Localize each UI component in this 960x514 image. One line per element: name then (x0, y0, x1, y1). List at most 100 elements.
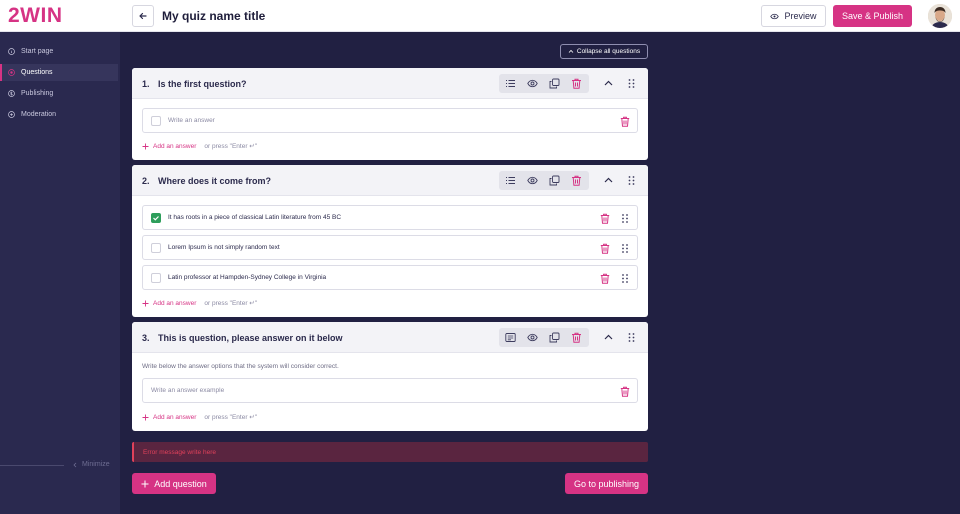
drag-handle-icon[interactable] (620, 243, 630, 254)
user-avatar[interactable] (928, 4, 952, 28)
preview-label: Preview (784, 11, 817, 21)
chevron-up-icon (568, 49, 574, 53)
question-toolbar (499, 328, 589, 347)
question-title[interactable]: This is question, please answer on it be… (158, 333, 343, 343)
top-header: 2WIN My quiz name title Preview Save & P… (0, 0, 960, 32)
enter-hint: or press "Enter ↵" (204, 143, 258, 150)
trash-icon[interactable] (600, 213, 610, 224)
preview-button[interactable]: Preview (761, 5, 826, 27)
trash-icon[interactable] (620, 116, 630, 127)
answer-row[interactable]: Lorem Ipsum is not simply random text (142, 235, 638, 260)
duplicate-icon[interactable] (549, 78, 560, 89)
chevron-up-icon[interactable] (603, 78, 614, 89)
question-header[interactable]: 2. Where does it come from? (132, 165, 648, 196)
question-header[interactable]: 1. Is the first question? (132, 68, 648, 99)
add-answer-button[interactable]: Add an answer or press "Enter ↵" (142, 142, 257, 150)
trash-icon[interactable] (600, 273, 610, 284)
plus-icon (142, 143, 149, 149)
trash-icon[interactable] (571, 78, 582, 89)
duplicate-icon[interactable] (549, 175, 560, 186)
add-answer-label: Add an answer (153, 142, 197, 150)
app-logo[interactable]: 2WIN (8, 4, 63, 28)
question-number: 2. (142, 176, 150, 186)
answer-checkbox[interactable] (151, 116, 161, 126)
answer-row[interactable]: It has roots in a piece of classical Lat… (142, 205, 638, 230)
drag-handle-icon[interactable] (626, 78, 637, 89)
duplicate-icon[interactable] (549, 332, 560, 343)
answer-checkbox-checked[interactable] (151, 213, 161, 223)
sidebar-item-label: Questions (21, 69, 53, 76)
minimize-button[interactable]: Minimize (72, 461, 110, 468)
answer-row[interactable]: Write an answer (142, 108, 638, 133)
question-toolbar (499, 171, 589, 190)
check-icon (153, 216, 159, 221)
question-number: 1. (142, 79, 150, 89)
trash-icon[interactable] (620, 386, 630, 397)
enter-hint: or press "Enter ↵" (204, 300, 258, 307)
text-box-icon[interactable] (505, 332, 516, 343)
avatar-image (928, 4, 952, 28)
chevron-left-icon (73, 462, 77, 467)
plus-icon (142, 300, 149, 306)
answer-example-input[interactable]: Write an answer example (151, 387, 224, 394)
answer-checkbox[interactable] (151, 243, 161, 253)
sidebar-item-moderation[interactable]: Moderation (0, 106, 118, 123)
error-message: Error message write here (132, 442, 648, 462)
list-icon[interactable] (505, 78, 516, 89)
sidebar-item-questions[interactable]: Questions (0, 64, 118, 81)
question-header[interactable]: 3. This is question, please answer on it… (132, 322, 648, 353)
question-card-1: 1. Is the first question? Write an answe… (132, 68, 648, 160)
eye-icon[interactable] (527, 332, 538, 343)
arrow-left-icon (139, 12, 147, 20)
minimize-label: Minimize (82, 461, 110, 468)
plus-circle-icon (8, 111, 15, 118)
eye-icon (770, 13, 780, 19)
sidebar: Start page Questions Publishing Moderati… (0, 32, 120, 514)
plus-icon (142, 414, 149, 420)
add-answer-label: Add an answer (153, 413, 197, 421)
sidebar-item-label: Publishing (21, 90, 54, 97)
drag-handle-icon[interactable] (620, 213, 630, 224)
sidebar-item-publishing[interactable]: Publishing (0, 85, 118, 102)
add-question-button[interactable]: Add question (132, 473, 216, 494)
trash-icon[interactable] (571, 332, 582, 343)
answer-input[interactable]: Write an answer (168, 117, 215, 124)
answer-text[interactable]: Lorem Ipsum is not simply random text (168, 244, 280, 251)
back-button[interactable] (132, 5, 154, 27)
answer-text[interactable]: Latin professor at Hampden-Sydney Colleg… (168, 274, 326, 281)
save-publish-button[interactable]: Save & Publish (833, 5, 912, 27)
quiz-title[interactable]: My quiz name title (162, 9, 265, 23)
chevron-up-icon[interactable] (603, 175, 614, 186)
sidebar-item-label: Start page (21, 48, 54, 55)
answer-row[interactable]: Write an answer example (142, 378, 638, 403)
trash-icon[interactable] (571, 175, 582, 186)
question-toolbar (499, 74, 589, 93)
collapse-all-button[interactable]: Collapse all questions (560, 44, 648, 59)
eye-icon[interactable] (527, 175, 538, 186)
dollar-circle-icon (8, 90, 15, 97)
add-answer-button[interactable]: Add an answer or press "Enter ↵" (142, 413, 257, 421)
plus-icon (141, 480, 149, 487)
eye-icon[interactable] (527, 78, 538, 89)
question-card-2: 2. Where does it come from? It has roots… (132, 165, 648, 317)
drag-handle-icon[interactable] (626, 332, 637, 343)
add-answer-button[interactable]: Add an answer or press "Enter ↵" (142, 299, 257, 307)
collapse-label: Collapse all questions (576, 48, 641, 55)
answer-checkbox[interactable] (151, 273, 161, 283)
answer-text[interactable]: It has roots in a piece of classical Lat… (168, 214, 341, 221)
info-circle-icon (8, 48, 15, 55)
drag-handle-icon[interactable] (626, 175, 637, 186)
question-title[interactable]: Is the first question? (158, 79, 247, 89)
question-card-3: 3. This is question, please answer on it… (132, 322, 648, 431)
add-answer-label: Add an answer (153, 299, 197, 307)
go-to-publishing-button[interactable]: Go to publishing (565, 473, 648, 494)
chevron-up-icon[interactable] (603, 332, 614, 343)
sidebar-item-start-page[interactable]: Start page (0, 43, 118, 60)
trash-icon[interactable] (600, 243, 610, 254)
answer-row[interactable]: Latin professor at Hampden-Sydney Colleg… (142, 265, 638, 290)
question-description: Write below the answer options that the … (142, 363, 339, 370)
target-icon (8, 69, 15, 76)
question-title[interactable]: Where does it come from? (158, 176, 271, 186)
drag-handle-icon[interactable] (620, 273, 630, 284)
list-icon[interactable] (505, 175, 516, 186)
